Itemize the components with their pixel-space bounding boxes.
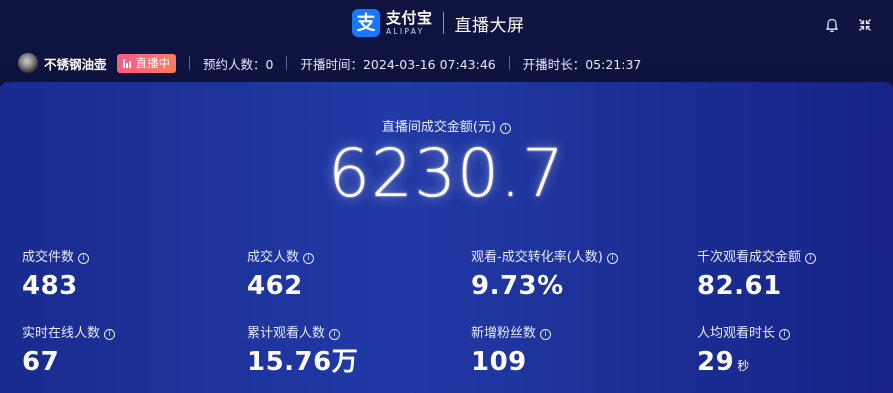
metric-label: 成交人数 i (247, 246, 315, 265)
metric-value: 109 (471, 347, 551, 377)
info-icon[interactable]: i (606, 252, 618, 264)
total-sales-label-text: 直播间成交金额(元) (381, 120, 497, 135)
metric-label: 实时在线人数 i (22, 322, 116, 341)
live-bars-icon (122, 58, 132, 68)
shrink-icon[interactable] (857, 17, 873, 33)
metric-value: 9.73% (471, 271, 618, 301)
brand: 支 支付宝 ALIPAY 直播大屏 (352, 8, 525, 38)
screen-title: 直播大屏 (454, 15, 525, 36)
metric-avg-watch-time: 人均观看时长 i 29 秒 (697, 322, 791, 381)
metric-total-viewers: 累计观看人数 i 15.76万 (247, 322, 358, 377)
info-icon[interactable]: i (500, 122, 512, 134)
reservation-count: 预约人数：0 (203, 56, 274, 72)
metric-value: 67 (22, 347, 115, 377)
metric-label-text: 人均观看时长 (697, 326, 776, 341)
metric-value-text: 109 (471, 347, 527, 377)
avatar (18, 53, 38, 73)
metric-value: 462 (247, 271, 314, 301)
metric-value: 29 秒 (697, 347, 790, 381)
stats-panel: 直播间成交金额(元) i 6230.7 成交件数 i 483 成交人数 i 462 观… (0, 82, 893, 393)
live-status-text: 直播中 (135, 56, 171, 70)
info-icon[interactable]: i (78, 252, 90, 264)
metric-label: 成交件数 i (22, 246, 90, 265)
divider (189, 56, 191, 70)
live-status-badge: 直播中 (116, 53, 177, 73)
metric-label-text: 实时在线人数 (22, 326, 101, 341)
metric-label-text: 成交人数 (247, 250, 300, 265)
metric-label: 新增粉丝数 i (471, 322, 552, 341)
metric-label: 观看-成交转化率(人数) i (471, 246, 618, 265)
total-sales-value: 6230.7 (328, 135, 565, 212)
alipay-logo-icon: 支 (352, 9, 380, 37)
info-icon[interactable]: i (805, 252, 817, 264)
bell-icon[interactable] (824, 17, 840, 33)
metric-value-text: 15.76万 (247, 347, 359, 377)
metric-value-text: 9.73% (471, 271, 564, 301)
info-icon[interactable]: i (779, 328, 791, 340)
metric-value: 483 (22, 271, 89, 301)
metric-unit: 秒 (737, 359, 750, 373)
divider (286, 56, 288, 70)
host-name: 不锈钢油壶 (44, 56, 107, 72)
metric-value: 15.76万 (247, 347, 358, 377)
metric-value-text: 462 (247, 271, 303, 301)
live-duration: 开播时长：05:21:37 (522, 56, 642, 72)
metric-label: 千次观看成交金额 i (697, 246, 817, 265)
logo-cn-text: 支付宝 (386, 9, 433, 27)
metric-label-text: 新增粉丝数 (471, 326, 537, 341)
total-sales-label: 直播间成交金额(元) i (0, 116, 893, 135)
metric-label-text: 千次观看成交金额 (697, 250, 802, 265)
logo-en-text: ALIPAY (386, 27, 425, 36)
live-info-bar: 不锈钢油壶 直播中 预约人数：0 开播时间：2024-03-16 07:43:4… (0, 46, 893, 80)
metric-label-text: 累计观看人数 (247, 326, 326, 341)
metric-new-followers: 新增粉丝数 i 109 (471, 322, 552, 377)
metric-online-viewers: 实时在线人数 i 67 (22, 322, 116, 377)
metric-items-sold: 成交件数 i 483 (22, 246, 90, 301)
info-icon[interactable]: i (104, 328, 116, 340)
metric-value-text: 483 (22, 271, 78, 301)
live-dashboard: 支 支付宝 ALIPAY 直播大屏 不锈钢油壶 直播中 预约人数：0 开播时间：… (0, 0, 893, 393)
metric-conversion-rate: 观看-成交转化率(人数) i 9.73% (471, 246, 618, 301)
metric-value-text: 82.61 (697, 271, 782, 301)
metric-buyers: 成交人数 i 462 (247, 246, 315, 301)
metric-value-text: 29 (697, 347, 735, 377)
metric-label: 人均观看时长 i (697, 322, 791, 341)
metric-label-text: 成交件数 (22, 250, 75, 265)
metric-label: 累计观看人数 i (247, 322, 358, 341)
alipay-wordmark: 支付宝 ALIPAY (386, 10, 433, 36)
info-icon[interactable]: i (303, 252, 315, 264)
divider (508, 56, 510, 70)
metric-value-text: 67 (22, 347, 60, 377)
metric-value: 82.61 (697, 271, 816, 301)
brand-divider (442, 12, 444, 34)
title-bar: 支 支付宝 ALIPAY 直播大屏 (0, 0, 893, 46)
metric-gpm: 千次观看成交金额 i 82.61 (697, 246, 817, 301)
start-time: 开播时间：2024-03-16 07:43:46 (300, 56, 496, 72)
metric-label-text: 观看-成交转化率(人数) (471, 250, 603, 265)
info-icon[interactable]: i (540, 328, 552, 340)
info-icon[interactable]: i (329, 328, 341, 340)
